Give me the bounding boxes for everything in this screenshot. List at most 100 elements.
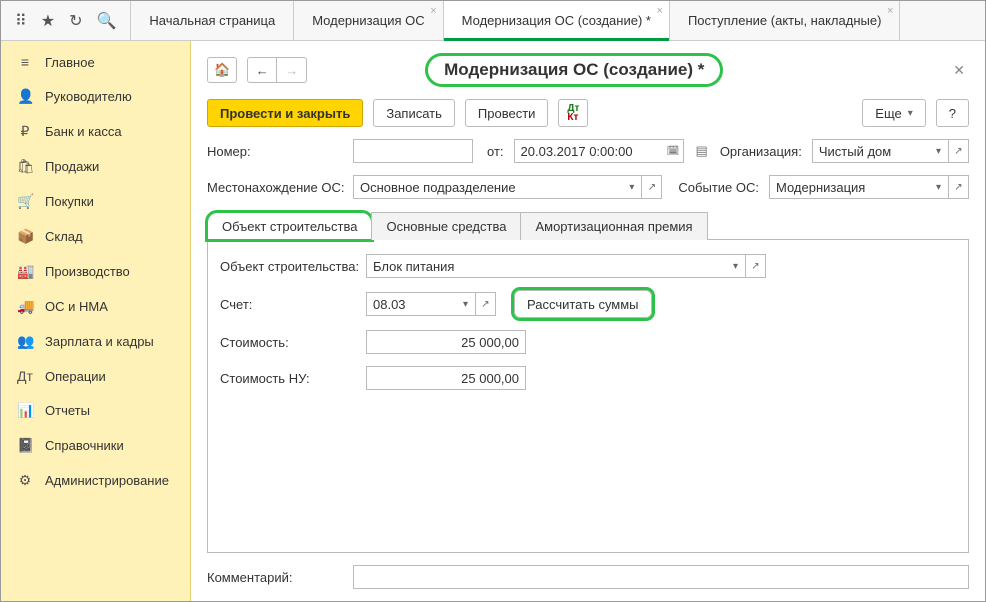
- sidebar-item[interactable]: ≡Главное: [1, 45, 190, 79]
- open-icon[interactable]: ↗: [949, 175, 969, 199]
- close-button[interactable]: ✕: [949, 58, 969, 83]
- sidebar-label: Главное: [45, 55, 95, 70]
- apps-icon[interactable]: ⠿: [15, 11, 27, 31]
- sidebar-label: Зарплата и кадры: [45, 334, 154, 349]
- sidebar-icon: ⚙: [17, 472, 33, 489]
- row-number: Номер: от: 20.03.2017 0:00:00 🗓 ▤ Органи…: [207, 139, 969, 163]
- cost-nu-label: Стоимость НУ:: [220, 371, 360, 386]
- save-button[interactable]: Записать: [373, 99, 455, 127]
- number-label: Номер:: [207, 144, 347, 159]
- from-label: от:: [487, 144, 504, 159]
- sidebar-item[interactable]: 📊 Отчеты: [1, 393, 190, 428]
- sidebar-item[interactable]: 🚚ОС и НМА: [1, 289, 190, 324]
- dropdown-icon[interactable]: ▾: [929, 139, 949, 163]
- dropdown-icon[interactable]: ▾: [726, 254, 746, 278]
- sidebar-item[interactable]: 🛍 Продажи: [1, 149, 190, 184]
- date-input[interactable]: 20.03.2017 0:00:00 🗓: [514, 139, 684, 163]
- back-button[interactable]: ←: [247, 57, 277, 83]
- sidebar-label: Справочники: [45, 438, 124, 453]
- open-icon[interactable]: ↗: [949, 139, 969, 163]
- sidebar-label: Администрирование: [45, 473, 169, 488]
- post-button[interactable]: Провести: [465, 99, 549, 127]
- dropdown-icon[interactable]: ▾: [456, 292, 476, 316]
- cost-nu-input[interactable]: 25 000,00: [366, 366, 526, 390]
- dt-kt-button[interactable]: ДтКт: [558, 99, 588, 127]
- open-icon[interactable]: ↗: [746, 254, 766, 278]
- tab[interactable]: Модернизация ОС×: [294, 1, 443, 40]
- search-icon[interactable]: 🔍: [96, 11, 116, 31]
- row-comment: Комментарий:: [207, 565, 969, 589]
- sidebar-label: Покупки: [45, 194, 94, 209]
- org-input[interactable]: Чистый дом ▾ ↗: [812, 139, 969, 163]
- event-input[interactable]: Модернизация ▾ ↗: [769, 175, 969, 199]
- sidebar-label: Операции: [45, 369, 106, 384]
- sidebar-icon: 📦: [17, 228, 33, 245]
- comment-label: Комментарий:: [207, 570, 347, 585]
- open-icon[interactable]: ↗: [642, 175, 662, 199]
- location-input[interactable]: Основное подразделение ▾ ↗: [353, 175, 662, 199]
- sidebar-label: ОС и НМА: [45, 299, 108, 314]
- sidebar-icon: 🛒: [17, 193, 33, 210]
- inner-tab[interactable]: Объект строительства: [207, 212, 372, 240]
- event-label: Событие ОС:: [678, 180, 759, 195]
- sidebar-item[interactable]: 📓 Справочники: [1, 428, 190, 463]
- sidebar-item[interactable]: ₽ Банк и касса: [1, 114, 190, 149]
- list-icon[interactable]: ▤: [696, 143, 708, 159]
- sidebar-item[interactable]: ⚙ Администрирование: [1, 463, 190, 498]
- sidebar-item[interactable]: 👤 Руководителю: [1, 79, 190, 114]
- open-icon[interactable]: ↗: [476, 292, 496, 316]
- tab-body: Объект строительства: Блок питания ▾ ↗ С…: [207, 240, 969, 553]
- header-row: 🏠 ← → Модернизация ОС (создание) * ✕: [207, 53, 969, 87]
- sidebar-item[interactable]: 🏭Производство: [1, 254, 190, 289]
- org-label: Организация:: [720, 144, 802, 159]
- history-icon[interactable]: ↻: [69, 11, 82, 31]
- sidebar-icon: 📊: [17, 402, 33, 419]
- account-label: Счет:: [220, 297, 360, 312]
- more-button[interactable]: Еще: [862, 99, 925, 127]
- sidebar-label: Склад: [45, 229, 83, 244]
- sidebar-icon: 👤: [17, 88, 33, 105]
- close-icon[interactable]: ×: [887, 5, 893, 17]
- sidebar-label: Продажи: [45, 159, 99, 174]
- close-icon[interactable]: ×: [430, 5, 436, 17]
- sidebar-icon: ₽: [17, 123, 33, 140]
- sidebar-icon: 🏭: [17, 263, 33, 280]
- sidebar: ≡Главное 👤 Руководителю ₽ Банк и касса 🛍 Прода…: [1, 41, 191, 601]
- sidebar-icon: Дт: [17, 368, 33, 384]
- inner-tab[interactable]: Основные средства: [371, 212, 521, 240]
- sidebar-icon: 📓: [17, 437, 33, 454]
- sidebar-icon: 🛍: [17, 158, 33, 175]
- quick-tools: ⠿ ★ ↻ 🔍: [1, 1, 131, 40]
- number-input[interactable]: [353, 139, 473, 163]
- cost-input[interactable]: 25 000,00: [366, 330, 526, 354]
- sidebar-item[interactable]: 📦 Склад: [1, 219, 190, 254]
- object-input[interactable]: Блок питания ▾ ↗: [366, 254, 766, 278]
- tab[interactable]: Модернизация ОС (создание) *×: [444, 1, 670, 40]
- forward-button: →: [277, 57, 307, 83]
- inner-tab[interactable]: Амортизационная премия: [520, 212, 707, 240]
- comment-input[interactable]: [353, 565, 969, 589]
- close-icon[interactable]: ×: [657, 5, 663, 17]
- location-label: Местонахождение ОС:: [207, 180, 347, 195]
- tab[interactable]: Начальная страница: [131, 1, 294, 40]
- sidebar-item[interactable]: 🛒 Покупки: [1, 184, 190, 219]
- row-cost: Стоимость: 25 000,00: [220, 330, 956, 354]
- dropdown-icon[interactable]: ▾: [622, 175, 642, 199]
- calendar-icon[interactable]: 🗓: [664, 139, 684, 163]
- sidebar-label: Руководителю: [45, 89, 132, 104]
- help-button[interactable]: ?: [936, 99, 969, 127]
- sidebar-label: Отчеты: [45, 403, 90, 418]
- sidebar-label: Банк и касса: [45, 124, 122, 139]
- top-bar: ⠿ ★ ↻ 🔍 Начальная страницаМодернизация О…: [1, 1, 985, 41]
- star-icon[interactable]: ★: [41, 11, 55, 31]
- toolbar: Провести и закрыть Записать Провести ДтК…: [207, 99, 969, 127]
- account-input[interactable]: 08.03 ▾ ↗: [366, 292, 496, 316]
- dropdown-icon[interactable]: ▾: [929, 175, 949, 199]
- sidebar-item[interactable]: 👥Зарплата и кадры: [1, 324, 190, 359]
- calculate-button[interactable]: Рассчитать суммы: [514, 290, 652, 318]
- tab[interactable]: Поступление (акты, накладные)×: [670, 1, 900, 40]
- row-account: Счет: 08.03 ▾ ↗ Рассчитать суммы: [220, 290, 956, 318]
- post-and-close-button[interactable]: Провести и закрыть: [207, 99, 363, 127]
- home-button[interactable]: 🏠: [207, 57, 237, 83]
- sidebar-item[interactable]: Дт Операции: [1, 359, 190, 393]
